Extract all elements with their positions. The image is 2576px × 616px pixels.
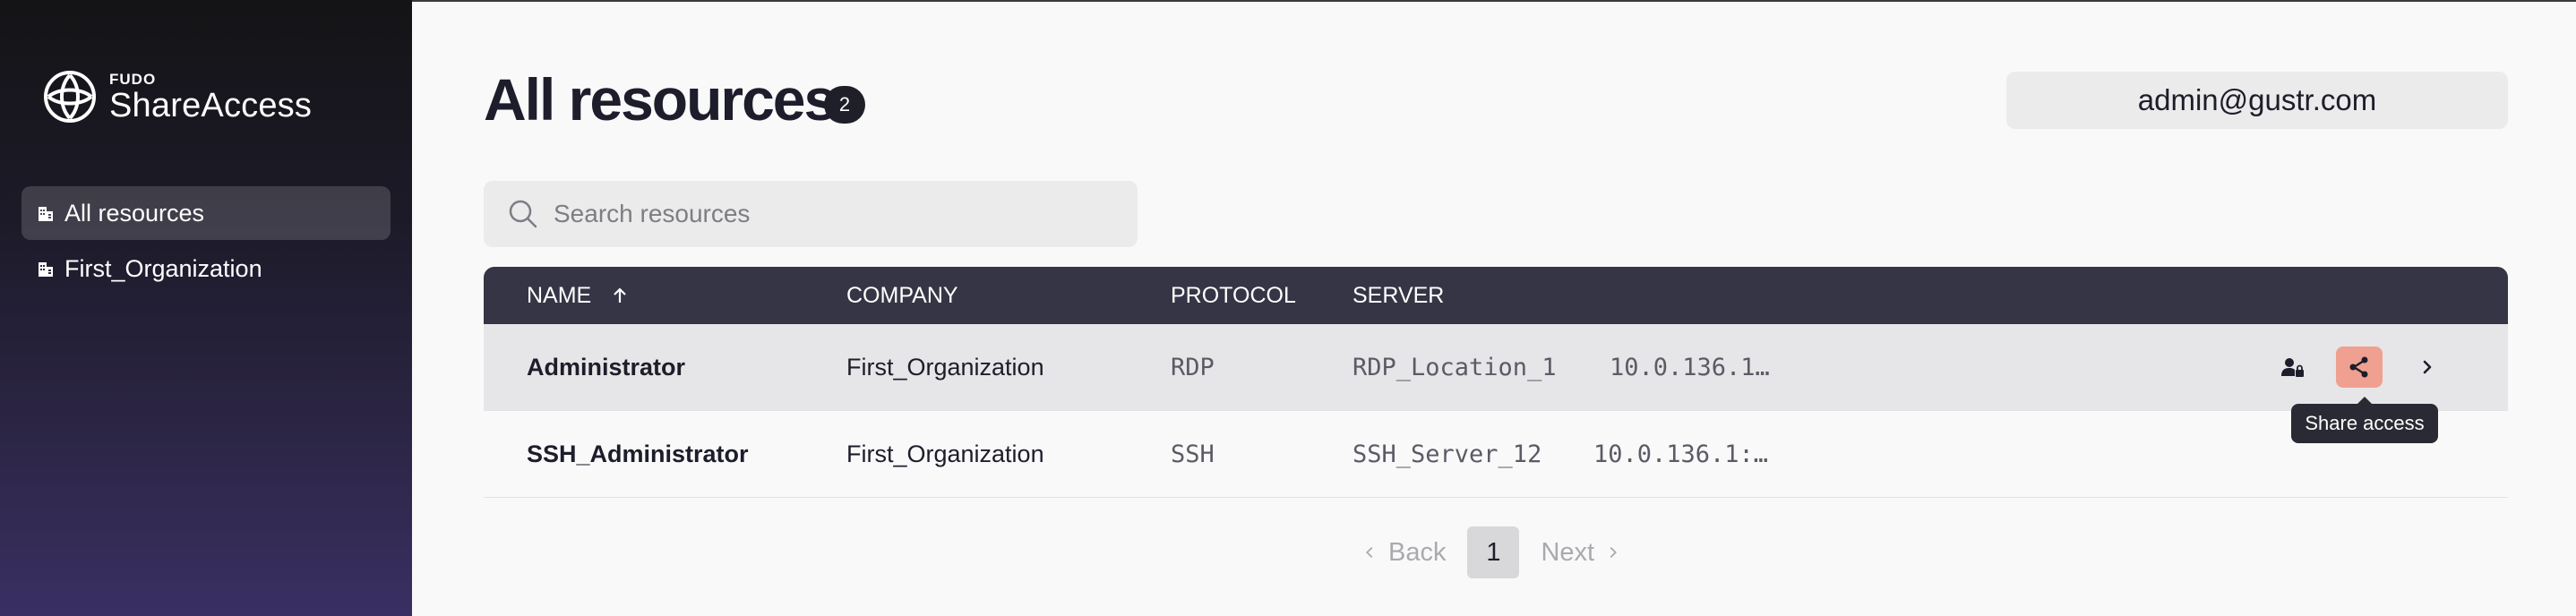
column-header-name[interactable]: NAME	[527, 267, 629, 324]
pagination-back-button[interactable]: Back	[1361, 538, 1446, 568]
search-box[interactable]	[484, 181, 1138, 247]
resource-protocol: RDP	[1171, 354, 1215, 381]
building-icon	[39, 207, 53, 221]
sort-ascending-icon	[614, 287, 627, 303]
chevron-right-icon	[2423, 360, 2432, 374]
user-lock-icon	[2281, 358, 2304, 377]
chevron-left-icon	[1366, 546, 1373, 559]
open-resource-button[interactable]	[2404, 346, 2451, 388]
resource-server: RDP_Location_1	[1352, 354, 1557, 381]
column-header-protocol[interactable]: PROTOCOL	[1171, 267, 1296, 324]
app-logo[interactable]: FUDO ShareAccess	[43, 70, 312, 124]
user-account-button[interactable]: admin@gustr.com	[2006, 72, 2508, 129]
column-header-server[interactable]: SERVER	[1352, 267, 1444, 324]
page-number-button[interactable]: 1	[1467, 526, 1520, 578]
column-header-label: NAME	[527, 282, 592, 308]
page-title: All resources	[484, 66, 837, 133]
building-icon	[39, 262, 53, 277]
user-access-button[interactable]	[2270, 346, 2316, 388]
pagination-next-label: Next	[1541, 537, 1595, 567]
sidebar: FUDO ShareAccess All resources First_Org…	[0, 0, 412, 616]
resource-count-badge: 2	[824, 86, 865, 124]
fudo-logo-icon	[44, 71, 96, 123]
sidebar-item-label: All resources	[64, 199, 205, 227]
resource-name: Administrator	[527, 354, 686, 381]
resource-address: 10.0.136.1…	[1610, 354, 1770, 381]
chevron-right-icon	[1610, 546, 1618, 559]
sidebar-item-first-organization[interactable]: First_Organization	[21, 242, 391, 295]
table-row[interactable]: Administrator First_Organization RDP RDP…	[484, 324, 2508, 411]
column-header-label: COMPANY	[846, 282, 958, 308]
share-access-tooltip: Share access	[2291, 404, 2438, 443]
share-icon	[2349, 356, 2368, 378]
pagination-back-label: Back	[1388, 537, 1447, 567]
resource-name: SSH_Administrator	[527, 441, 749, 467]
resource-company: First_Organization	[846, 441, 1044, 467]
column-header-company[interactable]: COMPANY	[846, 267, 958, 324]
resource-protocol: SSH	[1171, 441, 1215, 468]
pagination: Back 1 Next	[1361, 526, 1621, 578]
sidebar-item-all-resources[interactable]: All resources	[21, 186, 391, 240]
resource-address: 10.0.136.1:…	[1593, 441, 1769, 468]
pagination-next-button[interactable]: Next	[1541, 538, 1621, 568]
table-row[interactable]: SSH_Administrator First_Organization SSH…	[484, 411, 2508, 498]
logo-product-name: ShareAccess	[109, 86, 313, 124]
column-header-label: PROTOCOL	[1171, 282, 1296, 308]
search-input[interactable]	[554, 200, 1091, 228]
logo-brand-small: FUDO	[109, 70, 157, 88]
resource-company: First_Organization	[846, 354, 1044, 381]
resource-server: SSH_Server_12	[1352, 441, 1542, 468]
share-access-button[interactable]	[2336, 346, 2383, 388]
column-header-label: SERVER	[1352, 282, 1445, 308]
table-header: NAME COMPANY PROTOCOL SERVER	[484, 267, 2508, 324]
sidebar-nav: All resources First_Organization	[21, 186, 391, 297]
search-icon	[509, 200, 537, 228]
resources-table: NAME COMPANY PROTOCOL SERVER Administrat…	[484, 267, 2508, 498]
sidebar-item-label: First_Organization	[64, 254, 262, 282]
